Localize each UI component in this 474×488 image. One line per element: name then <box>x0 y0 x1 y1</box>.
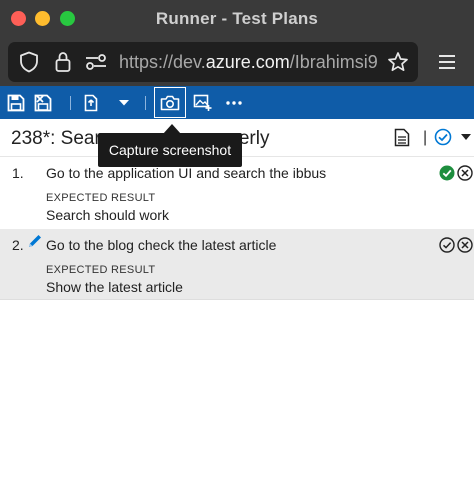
runner-toolbar <box>0 86 474 119</box>
fail-x-icon <box>457 237 473 253</box>
outcome-dropdown-caret[interactable] <box>461 134 471 140</box>
steps-divider <box>0 299 474 300</box>
lock-icon[interactable] <box>50 42 76 82</box>
test-details-button[interactable] <box>394 128 410 152</box>
pass-outline-icon <box>439 237 455 253</box>
fail-x-icon <box>457 165 473 181</box>
document-lines-icon <box>394 128 410 147</box>
browser-menu-button[interactable] <box>430 38 464 86</box>
expected-result-label: EXPECTED RESULT <box>46 264 156 276</box>
title-left: 238*: Searc <box>11 128 111 149</box>
step-number: 2. <box>12 237 24 253</box>
url-text[interactable]: https://dev.azure.com/Ibrahimsi9 <box>119 52 381 73</box>
capture-screenshot-tooltip: Capture screenshot <box>98 133 242 167</box>
test-outcome-button[interactable] <box>434 128 452 151</box>
window-titlebar: Runner - Test Plans <box>0 0 474 38</box>
camera-icon <box>160 95 180 110</box>
browser-url-row: https://dev.azure.com/Ibrahimsi9 <box>0 38 474 86</box>
step-action: Go to the application UI and search the … <box>46 165 327 181</box>
expected-result-label: EXPECTED RESULT <box>46 192 156 204</box>
chevron-down-icon <box>119 99 129 105</box>
step-fail-button[interactable] <box>457 165 473 186</box>
step-action: Go to the blog check the latest article <box>46 237 277 253</box>
window-title: Runner - Test Plans <box>155 9 319 28</box>
step-pass-button[interactable] <box>439 237 455 258</box>
step-pass-button[interactable] <box>439 165 455 186</box>
save-and-close-button[interactable] <box>32 86 56 119</box>
capture-actions-button[interactable] <box>190 86 216 119</box>
pencil-icon <box>29 235 41 247</box>
edit-step-button[interactable] <box>27 233 43 254</box>
pass-check-icon <box>439 165 455 181</box>
test-step-1[interactable]: 1. Go to the application UI and search t… <box>0 157 474 229</box>
step-fail-button[interactable] <box>457 237 473 258</box>
more-dots-icon <box>226 100 242 105</box>
shield-icon[interactable] <box>14 42 44 82</box>
url-domain: azure.com <box>205 52 290 72</box>
toolbar-separator <box>70 96 71 110</box>
address-bar[interactable]: https://dev.azure.com/Ibrahimsi9 <box>8 42 418 82</box>
more-actions-button[interactable] <box>222 86 246 119</box>
create-bug-dropdown[interactable] <box>114 86 134 119</box>
header-separator: | <box>423 129 428 146</box>
expected-result-text: Show the latest article <box>46 279 183 295</box>
test-step-2[interactable]: 2. Go to the blog check the latest artic… <box>0 229 474 299</box>
url-prefix: https://dev. <box>119 52 206 72</box>
create-bug-button[interactable] <box>80 86 102 119</box>
permissions-icon[interactable] <box>82 42 110 82</box>
hamburger-menu-icon <box>439 55 455 69</box>
check-circle-icon <box>434 128 452 146</box>
capture-screenshot-button[interactable] <box>156 86 184 119</box>
expected-result-text: Search should work <box>46 207 169 223</box>
bookmark-star-icon[interactable] <box>384 42 412 82</box>
document-icon <box>84 94 98 111</box>
save-icon <box>7 94 25 111</box>
save-close-icon <box>34 94 52 111</box>
url-path: /Ibrahimsi9 <box>289 52 378 72</box>
toolbar-separator <box>145 96 146 110</box>
image-capture-icon <box>193 94 212 111</box>
save-button[interactable] <box>4 86 28 119</box>
step-number: 1. <box>12 165 24 181</box>
